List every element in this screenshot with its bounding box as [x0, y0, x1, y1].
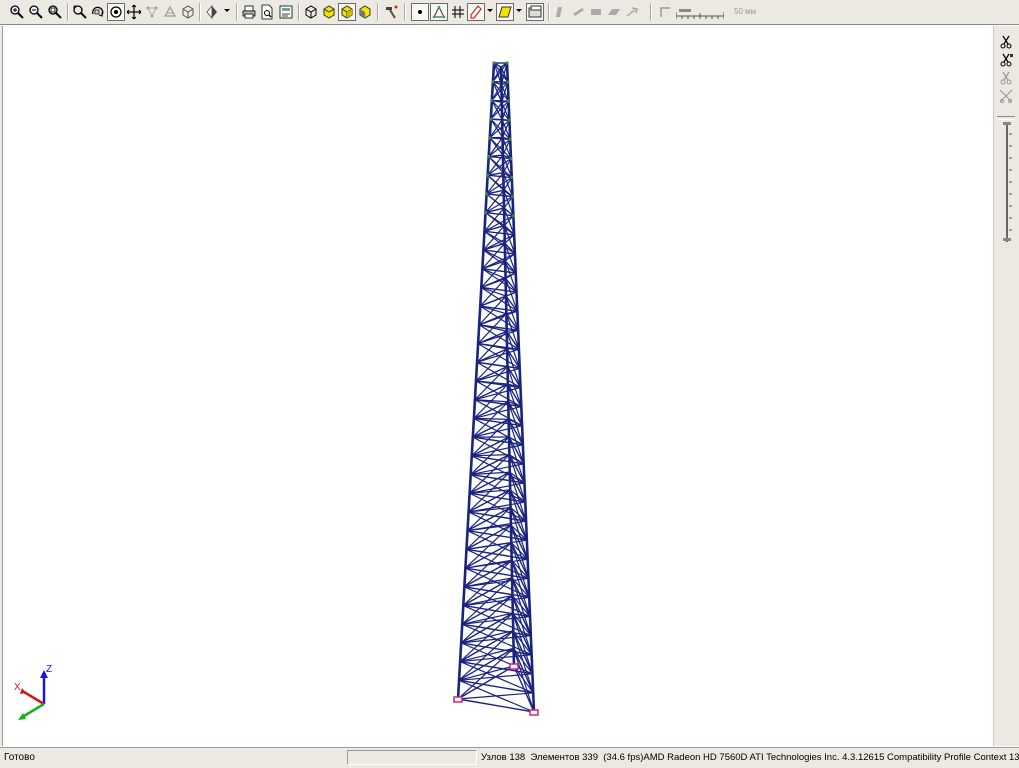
- cut-all-icon[interactable]: [998, 88, 1014, 104]
- tower-horizontal: [510, 542, 530, 579]
- tower-node: [483, 211, 488, 215]
- zoom-out-icon[interactable]: [27, 3, 45, 21]
- main-toolbar: 50 мм: [0, 0, 1019, 25]
- tower-diagonal: [462, 612, 513, 625]
- point-mode-icon[interactable]: [411, 3, 429, 21]
- parallelogram-dropdown[interactable]: [516, 9, 522, 12]
- pencil-dropdown[interactable]: [487, 9, 493, 12]
- tower-diagonal: [457, 692, 534, 700]
- select-elements-icon[interactable]: [161, 3, 179, 21]
- tower-node: [486, 173, 490, 177]
- x-axis-label: X: [14, 682, 21, 693]
- zoom-window-icon[interactable]: [71, 3, 89, 21]
- scale-label: 50 мм: [734, 7, 757, 16]
- tower-node: [507, 118, 511, 122]
- left-frame-edge: [0, 26, 3, 746]
- tower-node: [490, 98, 494, 103]
- corner-icon[interactable]: [656, 3, 674, 21]
- target-view-icon[interactable]: [107, 3, 125, 21]
- tower-node: [491, 80, 495, 84]
- select-nodes-icon[interactable]: [143, 3, 161, 21]
- tower-node: [484, 192, 489, 196]
- parallelogram-icon[interactable]: [496, 3, 514, 21]
- beam-icon[interactable]: [551, 3, 569, 21]
- support-marker: [453, 696, 463, 703]
- tower-node: [505, 61, 509, 65]
- tower-node: [510, 195, 515, 199]
- grid-icon[interactable]: [449, 3, 467, 21]
- print-preview-icon[interactable]: [258, 3, 276, 21]
- toolbar-separator: [377, 3, 379, 21]
- tower-node: [492, 61, 496, 65]
- strip-separator: [997, 116, 1015, 120]
- arrow-icon[interactable]: [623, 3, 641, 21]
- yellow-solid-icon[interactable]: [320, 3, 338, 21]
- shell-icon[interactable]: [605, 3, 623, 21]
- wireframe-icon[interactable]: [302, 3, 320, 21]
- toolbar-separator: [236, 3, 238, 21]
- status-ready-text: Готово: [4, 752, 35, 763]
- toolbar-separator: [548, 3, 550, 21]
- axis-triad: Z X: [14, 664, 52, 720]
- tower-model: [453, 61, 539, 716]
- tower-node: [487, 154, 491, 159]
- 3d-viewport[interactable]: Z X: [4, 26, 992, 746]
- tower-node: [509, 156, 513, 161]
- tower-node: [506, 80, 510, 84]
- x-axis-line: [23, 690, 45, 706]
- frame-icon[interactable]: [526, 3, 544, 21]
- tower-horizontal: [476, 348, 508, 363]
- tower-horizontal: [457, 665, 515, 700]
- z-axis-label: Z: [46, 664, 52, 675]
- right-toolstrip: [993, 26, 1019, 746]
- cube-outline-icon[interactable]: [179, 3, 197, 21]
- scale-ruler: [676, 9, 724, 19]
- y-axis-line: [23, 702, 45, 718]
- toolbar-separator: [199, 3, 201, 21]
- tower-horizontal: [490, 118, 503, 121]
- hammer-icon[interactable]: [382, 3, 400, 21]
- status-bar: Готово Узлов 138 Элементов 339 (34.6 fps…: [0, 747, 1019, 768]
- pencil-icon[interactable]: [467, 3, 485, 21]
- tower-horizontal: [457, 698, 535, 713]
- scissors-icon[interactable]: [998, 34, 1014, 50]
- node-mode-icon[interactable]: [430, 3, 448, 21]
- tower-diagonal: [461, 630, 514, 644]
- x-axis-arrow: [20, 688, 26, 694]
- print-icon[interactable]: [240, 3, 258, 21]
- rotate-view-icon[interactable]: [89, 3, 107, 21]
- renderer-info: (34.6 fps)AMD Radeon HD 7560D ATI Techno…: [603, 752, 1019, 763]
- shading-icon[interactable]: [203, 3, 221, 21]
- clipping-slider[interactable]: [997, 122, 1017, 242]
- pan-icon[interactable]: [125, 3, 143, 21]
- zoom-in-icon[interactable]: [8, 3, 26, 21]
- cut-disabled-icon[interactable]: [998, 70, 1014, 86]
- status-info-text: Узлов 138 Элементов 339 (34.6 fps)AMD Ra…: [481, 752, 1019, 763]
- shading-dropdown[interactable]: [224, 9, 230, 12]
- tower-node: [489, 117, 493, 121]
- bar-icon[interactable]: [569, 3, 587, 21]
- node-count: Узлов 138: [481, 752, 526, 763]
- plate-icon[interactable]: [587, 3, 605, 21]
- tower-horizontal: [473, 401, 509, 420]
- toolbar-separator: [650, 3, 652, 21]
- element-count: Элементов 339: [530, 752, 598, 763]
- export-icon[interactable]: [277, 3, 295, 21]
- tower-node: [511, 214, 515, 218]
- tower-node: [508, 137, 512, 141]
- tower-node: [506, 99, 511, 103]
- zoom-fit-icon[interactable]: [46, 3, 64, 21]
- tower-node: [510, 175, 514, 180]
- toolbar-separator: [404, 3, 406, 21]
- toolbar-separator: [298, 3, 300, 21]
- solid-icon[interactable]: [356, 3, 374, 21]
- support-marker: [529, 709, 539, 716]
- solid-selected-icon[interactable]: [338, 3, 356, 21]
- support-marker: [509, 663, 519, 670]
- toolbar-separator: [67, 3, 69, 21]
- tower-node: [488, 136, 492, 140]
- status-progress-pane: [347, 750, 477, 765]
- tower-horizontal: [478, 313, 507, 326]
- cut-node-icon[interactable]: [998, 52, 1014, 68]
